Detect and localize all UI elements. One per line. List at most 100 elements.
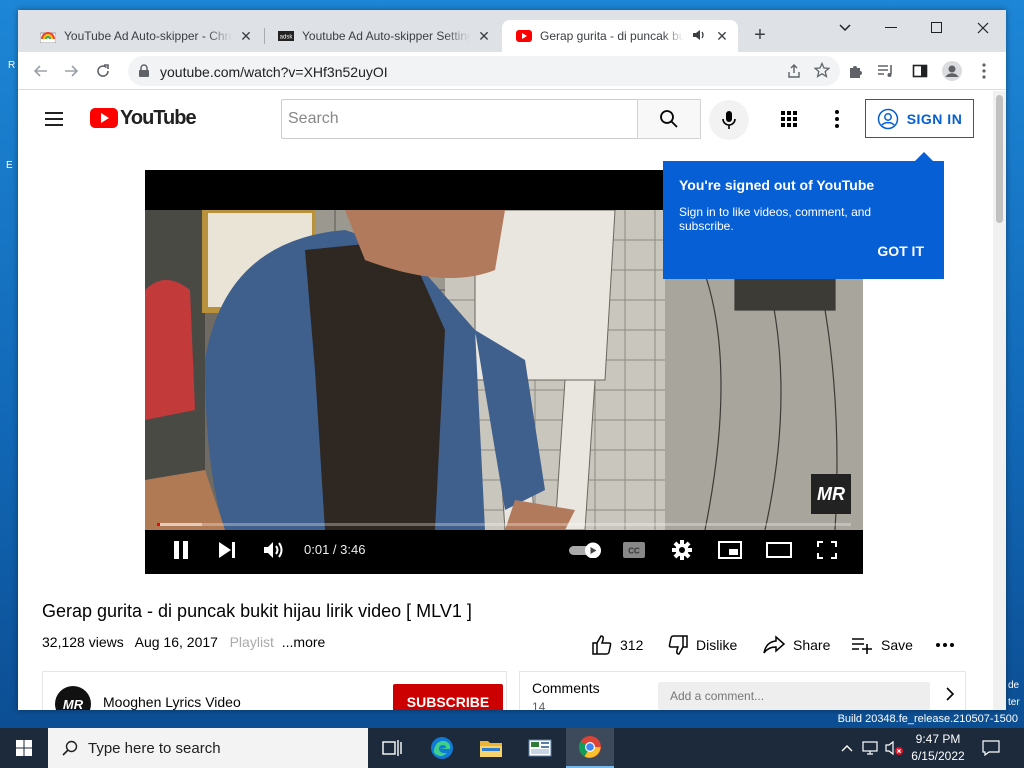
- share-label: Share: [793, 637, 831, 653]
- share-icon[interactable]: [786, 63, 802, 84]
- video-progress-bar[interactable]: [157, 523, 851, 526]
- video-metadata: 32,128 views Aug 16, 2017 Playlist ...mo…: [42, 634, 325, 650]
- forward-button[interactable]: [58, 58, 84, 84]
- extensions-puzzle-icon[interactable]: [843, 58, 869, 84]
- settings-more-icon[interactable]: [825, 107, 849, 131]
- tab-title: Gerap gurita - di puncak bukit hijau lir…: [540, 29, 684, 43]
- system-clock[interactable]: 9:47 PM 6/15/2022: [906, 731, 970, 765]
- like-button[interactable]: 312: [592, 633, 643, 657]
- profile-avatar-icon[interactable]: [939, 58, 965, 84]
- subscribe-button[interactable]: SUBSCRIBE: [393, 684, 503, 710]
- view-count: 32,128 views: [42, 634, 124, 650]
- theater-mode-button[interactable]: [763, 534, 795, 566]
- search-button[interactable]: [637, 99, 701, 139]
- chrome-window: YouTube Ad Auto-skipper - Chro ✕ adsk Yo…: [18, 10, 1006, 710]
- reload-button[interactable]: [90, 58, 116, 84]
- dislike-button[interactable]: Dislike: [668, 633, 737, 657]
- browser-toolbar: youtube.com/watch?v=XHf3n52uyOI: [18, 52, 1006, 90]
- edge-taskbar-button[interactable]: [418, 728, 466, 768]
- channel-watermark-icon[interactable]: MR: [811, 474, 851, 514]
- guide-menu-icon[interactable]: [42, 107, 66, 131]
- chrome-taskbar-button[interactable]: [566, 728, 614, 768]
- theater-mode-icon: [766, 542, 792, 558]
- miniplayer-button[interactable]: [715, 534, 745, 566]
- mute-button[interactable]: [259, 534, 289, 566]
- share-button[interactable]: Share: [763, 633, 830, 657]
- upload-date: Aug 16, 2017: [134, 634, 218, 650]
- maximize-button[interactable]: [914, 14, 960, 42]
- show-hidden-icons-chevron-icon[interactable]: [840, 740, 856, 756]
- add-comment-input[interactable]: Add a comment...: [658, 682, 930, 710]
- close-tab-icon[interactable]: ✕: [714, 28, 730, 44]
- next-button[interactable]: [213, 534, 241, 566]
- captions-button[interactable]: CC: [619, 534, 649, 566]
- edge-icon: [431, 737, 453, 759]
- task-view-button[interactable]: [368, 728, 416, 768]
- page-scrollbar[interactable]: [993, 91, 1006, 710]
- playlist-link[interactable]: Playlist: [230, 634, 274, 650]
- server-manager-icon: [528, 739, 552, 757]
- clock-time: 9:47 PM: [915, 732, 961, 746]
- volume-muted-icon[interactable]: [885, 740, 903, 756]
- comments-label: Comments: [532, 680, 600, 696]
- comments-count: 14: [532, 700, 546, 710]
- notifications-icon[interactable]: [982, 740, 1002, 757]
- tab-youtube-ad-auto-skipper-store[interactable]: YouTube Ad Auto-skipper - Chro ✕: [26, 20, 262, 52]
- share-arrow-icon: [763, 635, 785, 654]
- chevron-right-icon[interactable]: [945, 686, 955, 707]
- side-panel-icon[interactable]: [907, 58, 933, 84]
- tab-youtube-video[interactable]: Gerap gurita - di puncak bukit hijau lir…: [502, 20, 738, 52]
- minimize-button[interactable]: [868, 14, 914, 42]
- audio-playing-icon[interactable]: [690, 28, 708, 44]
- task-view-icon: [382, 740, 402, 756]
- search-input[interactable]: Search: [281, 99, 638, 139]
- url-text[interactable]: youtube.com/watch?v=XHf3n52uyOI: [160, 64, 388, 80]
- more-actions-button[interactable]: [935, 633, 963, 657]
- save-label: Save: [881, 637, 913, 653]
- chrome-web-store-icon: [40, 28, 56, 44]
- media-queue-icon[interactable]: [873, 58, 899, 84]
- gear-icon: [672, 540, 692, 560]
- video-title: Gerap gurita - di puncak bukit hijau lir…: [42, 601, 472, 621]
- show-more-link[interactable]: ...more: [282, 634, 326, 650]
- taskbar-search-box[interactable]: Type here to search: [48, 728, 368, 768]
- fullscreen-button[interactable]: [811, 534, 843, 566]
- miniplayer-icon: [718, 541, 742, 559]
- voice-search-button[interactable]: [709, 100, 749, 140]
- signed-out-tooltip: You're signed out of YouTube Sign in to …: [663, 152, 944, 279]
- youtube-logo[interactable]: YouTube: [90, 106, 197, 130]
- folder-icon: [480, 741, 502, 757]
- new-tab-button[interactable]: +: [748, 24, 772, 48]
- channel-name[interactable]: Mooghen Lyrics Video: [103, 694, 241, 710]
- close-window-button[interactable]: [960, 14, 1006, 42]
- dislike-label: Dislike: [696, 637, 738, 653]
- address-bar[interactable]: youtube.com/watch?v=XHf3n52uyOI: [128, 56, 840, 86]
- save-button[interactable]: Save: [851, 633, 913, 657]
- windows-taskbar: Type here to search 9:47 PM 6/15/2022: [0, 728, 1024, 768]
- tab-youtube-ad-auto-skipper-settings[interactable]: adsk Youtube Ad Auto-skipper Setting ✕: [264, 20, 500, 52]
- pause-button[interactable]: [167, 534, 195, 566]
- lock-icon[interactable]: [138, 64, 150, 83]
- fullscreen-icon: [817, 541, 837, 559]
- close-tab-icon[interactable]: ✕: [476, 28, 492, 44]
- sign-in-button[interactable]: SIGN IN: [865, 99, 974, 138]
- bookmark-star-icon[interactable]: [813, 61, 831, 83]
- scrollbar-thumb[interactable]: [996, 95, 1003, 223]
- channel-avatar[interactable]: MR: [55, 686, 91, 710]
- back-button[interactable]: [28, 58, 54, 84]
- start-button[interactable]: [0, 728, 48, 768]
- account-icon: [877, 108, 898, 129]
- comments-panel[interactable]: Comments 14 Add a comment...: [519, 671, 966, 710]
- server-manager-button[interactable]: [516, 728, 564, 768]
- chrome-menu-icon[interactable]: [971, 58, 997, 84]
- taskbar-search-placeholder: Type here to search: [88, 739, 221, 757]
- autoplay-toggle[interactable]: [565, 534, 605, 566]
- close-tab-icon[interactable]: ✕: [238, 28, 254, 44]
- youtube-apps-icon[interactable]: [777, 107, 801, 131]
- avatar-text: MR: [63, 697, 84, 710]
- file-explorer-button[interactable]: [467, 728, 515, 768]
- settings-button[interactable]: [667, 534, 697, 566]
- network-icon[interactable]: [862, 740, 878, 756]
- got-it-button[interactable]: GOT IT: [877, 243, 924, 259]
- tab-search-button[interactable]: [822, 14, 868, 42]
